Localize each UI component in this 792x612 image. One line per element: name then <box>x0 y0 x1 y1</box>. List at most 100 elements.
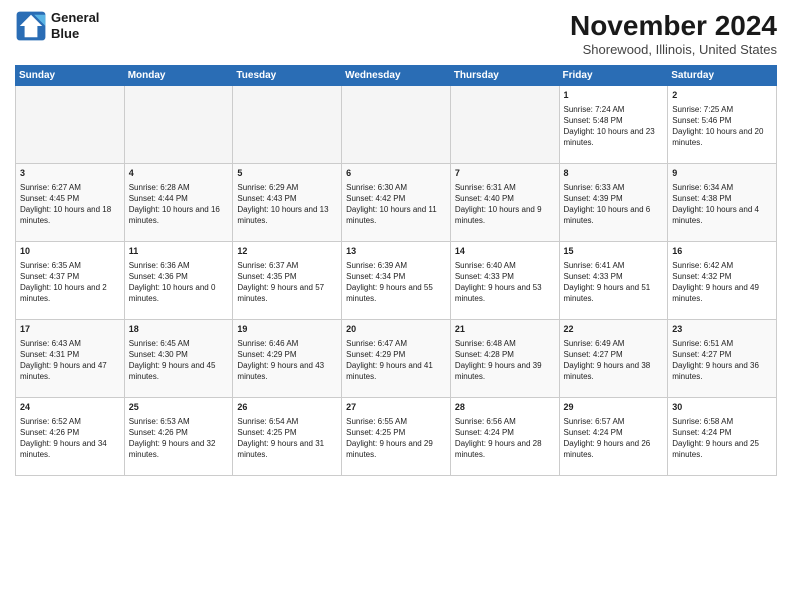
day-number: 1 <box>564 89 664 102</box>
sunrise: Sunrise: 6:56 AM <box>455 416 555 427</box>
day-number: 20 <box>346 323 446 336</box>
day-cell: 3Sunrise: 6:27 AMSunset: 4:45 PMDaylight… <box>16 164 125 242</box>
sunrise: Sunrise: 6:33 AM <box>564 182 664 193</box>
sunset: Sunset: 4:32 PM <box>672 271 772 282</box>
day-number: 23 <box>672 323 772 336</box>
day-number: 21 <box>455 323 555 336</box>
daylight: Daylight: 9 hours and 43 minutes. <box>237 360 337 382</box>
day-number: 12 <box>237 245 337 258</box>
day-number: 10 <box>20 245 120 258</box>
weekday-header-tuesday: Tuesday <box>233 66 342 86</box>
day-cell: 1 Sunrise: 7:24 AMSunset: 5:48 PMDaylight… <box>559 86 668 164</box>
week-row-1: 1 Sunrise: 7:24 AMSunset: 5:48 PMDaylight… <box>16 86 777 164</box>
day-number: 30 <box>672 401 772 414</box>
sunset: Sunset: 5:46 PM <box>672 115 772 126</box>
sunrise: Sunrise: 7:25 AM <box>672 104 772 115</box>
sunrise: Sunrise: 6:45 AM <box>129 338 229 349</box>
daylight: Daylight: 9 hours and 45 minutes. <box>129 360 229 382</box>
sunset: Sunset: 4:26 PM <box>129 427 229 438</box>
daylight: Daylight: 9 hours and 29 minutes. <box>346 438 446 460</box>
day-cell: 12Sunrise: 6:37 AMSunset: 4:35 PMDayligh… <box>233 242 342 320</box>
sunrise: Sunrise: 6:48 AM <box>455 338 555 349</box>
day-number: 26 <box>237 401 337 414</box>
sunset: Sunset: 4:29 PM <box>346 349 446 360</box>
day-number: 11 <box>129 245 229 258</box>
sunset: Sunset: 4:42 PM <box>346 193 446 204</box>
sunrise: Sunrise: 6:30 AM <box>346 182 446 193</box>
daylight: Daylight: 10 hours and 6 minutes. <box>564 204 664 226</box>
day-number: 16 <box>672 245 772 258</box>
day-cell: 4Sunrise: 6:28 AMSunset: 4:44 PMDaylight… <box>124 164 233 242</box>
day-cell: 18Sunrise: 6:45 AMSunset: 4:30 PMDayligh… <box>124 320 233 398</box>
sunrise: Sunrise: 6:31 AM <box>455 182 555 193</box>
sunrise: Sunrise: 6:36 AM <box>129 260 229 271</box>
daylight: Daylight: 10 hours and 4 minutes. <box>672 204 772 226</box>
day-cell: 14Sunrise: 6:40 AMSunset: 4:33 PMDayligh… <box>450 242 559 320</box>
sunset: Sunset: 4:45 PM <box>20 193 120 204</box>
sunset: Sunset: 4:25 PM <box>237 427 337 438</box>
day-number: 7 <box>455 167 555 180</box>
sunrise: Sunrise: 6:57 AM <box>564 416 664 427</box>
sunset: Sunset: 4:33 PM <box>564 271 664 282</box>
sunrise: Sunrise: 6:27 AM <box>20 182 120 193</box>
sunset: Sunset: 4:35 PM <box>237 271 337 282</box>
weekday-header-wednesday: Wednesday <box>342 66 451 86</box>
weekday-header-saturday: Saturday <box>668 66 777 86</box>
day-number: 5 <box>237 167 337 180</box>
location: Shorewood, Illinois, United States <box>570 42 777 57</box>
day-cell: 22Sunrise: 6:49 AMSunset: 4:27 PMDayligh… <box>559 320 668 398</box>
sunset: Sunset: 4:26 PM <box>20 427 120 438</box>
day-number: 24 <box>20 401 120 414</box>
daylight: Daylight: 9 hours and 47 minutes. <box>20 360 120 382</box>
daylight: Daylight: 9 hours and 39 minutes. <box>455 360 555 382</box>
daylight: Daylight: 10 hours and 11 minutes. <box>346 204 446 226</box>
sunset: Sunset: 4:31 PM <box>20 349 120 360</box>
day-cell <box>124 86 233 164</box>
day-cell: 28Sunrise: 6:56 AMSunset: 4:24 PMDayligh… <box>450 398 559 476</box>
sunrise: Sunrise: 7:24 AM <box>564 104 664 115</box>
month-title: November 2024 <box>570 10 777 42</box>
daylight: Daylight: 10 hours and 9 minutes. <box>455 204 555 226</box>
daylight: Daylight: 10 hours and 16 minutes. <box>129 204 229 226</box>
day-number: 14 <box>455 245 555 258</box>
day-cell: 2Sunrise: 7:25 AMSunset: 5:46 PMDaylight… <box>668 86 777 164</box>
sunset: Sunset: 4:36 PM <box>129 271 229 282</box>
day-cell: 9Sunrise: 6:34 AMSunset: 4:38 PMDaylight… <box>668 164 777 242</box>
sunset: Sunset: 4:33 PM <box>455 271 555 282</box>
sunrise: Sunrise: 6:53 AM <box>129 416 229 427</box>
day-number: 4 <box>129 167 229 180</box>
daylight: Daylight: 9 hours and 32 minutes. <box>129 438 229 460</box>
week-row-2: 3Sunrise: 6:27 AMSunset: 4:45 PMDaylight… <box>16 164 777 242</box>
daylight: Daylight: 9 hours and 55 minutes. <box>346 282 446 304</box>
day-cell <box>233 86 342 164</box>
day-cell <box>342 86 451 164</box>
sunrise: Sunrise: 6:40 AM <box>455 260 555 271</box>
sunset: Sunset: 4:37 PM <box>20 271 120 282</box>
daylight: Daylight: 9 hours and 31 minutes. <box>237 438 337 460</box>
sunset: Sunset: 5:48 PM <box>564 115 664 126</box>
sunset: Sunset: 4:28 PM <box>455 349 555 360</box>
day-cell: 11Sunrise: 6:36 AMSunset: 4:36 PMDayligh… <box>124 242 233 320</box>
daylight: Daylight: 9 hours and 25 minutes. <box>672 438 772 460</box>
day-number: 8 <box>564 167 664 180</box>
title-block: November 2024 Shorewood, Illinois, Unite… <box>570 10 777 57</box>
day-cell <box>16 86 125 164</box>
day-cell: 19Sunrise: 6:46 AMSunset: 4:29 PMDayligh… <box>233 320 342 398</box>
day-cell: 26Sunrise: 6:54 AMSunset: 4:25 PMDayligh… <box>233 398 342 476</box>
day-number: 22 <box>564 323 664 336</box>
page: General Blue November 2024 Shorewood, Il… <box>0 0 792 612</box>
daylight: Daylight: 10 hours and 13 minutes. <box>237 204 337 226</box>
day-number: 29 <box>564 401 664 414</box>
sunrise: Sunrise: 6:37 AM <box>237 260 337 271</box>
sunset: Sunset: 4:40 PM <box>455 193 555 204</box>
sunrise: Sunrise: 6:28 AM <box>129 182 229 193</box>
sunrise: Sunrise: 6:51 AM <box>672 338 772 349</box>
weekday-header-friday: Friday <box>559 66 668 86</box>
sunrise: Sunrise: 6:29 AM <box>237 182 337 193</box>
daylight: Daylight: 10 hours and 23 minutes. <box>564 126 664 148</box>
daylight: Daylight: 9 hours and 34 minutes. <box>20 438 120 460</box>
week-row-5: 24Sunrise: 6:52 AMSunset: 4:26 PMDayligh… <box>16 398 777 476</box>
weekday-header-thursday: Thursday <box>450 66 559 86</box>
daylight: Daylight: 10 hours and 2 minutes. <box>20 282 120 304</box>
day-number: 19 <box>237 323 337 336</box>
